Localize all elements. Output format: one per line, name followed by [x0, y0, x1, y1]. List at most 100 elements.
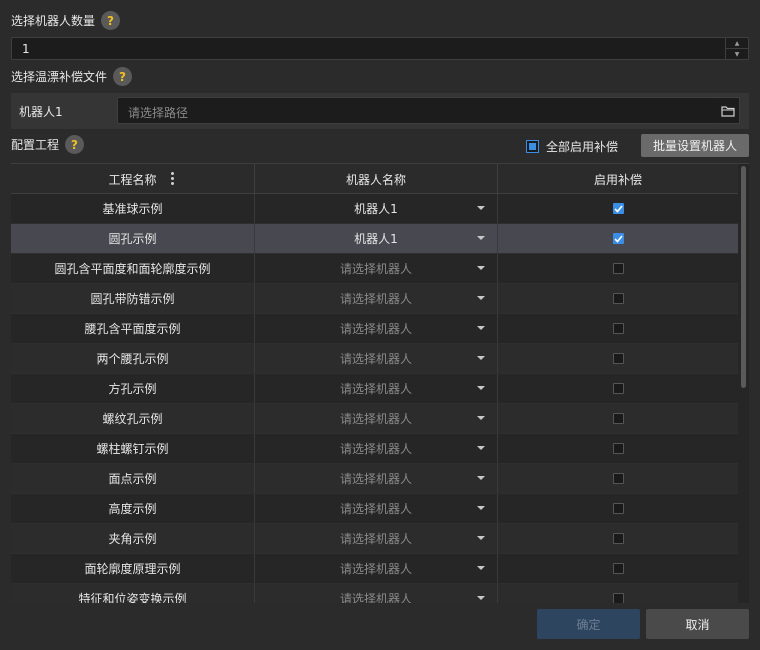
robot-select[interactable]: 请选择机器人 [254, 434, 497, 463]
robot-count-spinbox[interactable]: 1 ▲ ▼ [11, 37, 749, 60]
header-enable-compensation: 启用补偿 [497, 164, 738, 194]
table-row[interactable]: 螺纹孔示例 请选择机器人 [11, 404, 738, 434]
table-row[interactable]: 基准球示例 机器人1 [11, 194, 738, 224]
robot-select[interactable]: 请选择机器人 [254, 404, 497, 433]
table-row[interactable]: 两个腰孔示例 请选择机器人 [11, 344, 738, 374]
dropdown-arrow-icon[interactable] [477, 356, 485, 360]
cancel-button[interactable]: 取消 [646, 609, 749, 639]
table-header: 工程名称 机器人名称 启用补偿 [11, 164, 738, 194]
robot-select[interactable]: 机器人1 [254, 224, 497, 253]
enable-compensation-checkbox[interactable] [612, 203, 624, 214]
table-row[interactable]: 圆孔带防错示例 请选择机器人 [11, 284, 738, 314]
column-menu-icon[interactable] [171, 172, 175, 185]
temp-drift-section: 选择温漂补偿文件 ? [11, 67, 133, 86]
table-row[interactable]: 腰孔含平面度示例 请选择机器人 [11, 314, 738, 344]
ok-button[interactable]: 确定 [537, 609, 640, 639]
robot-select[interactable]: 请选择机器人 [254, 584, 497, 603]
spin-up-icon[interactable]: ▲ [726, 38, 748, 49]
enable-compensation-checkbox[interactable] [612, 533, 624, 544]
enable-compensation-checkbox[interactable] [612, 263, 624, 274]
robot-select-value: 请选择机器人 [339, 532, 412, 546]
folder-icon [720, 105, 735, 117]
robot-select-value: 请选择机器人 [339, 472, 412, 486]
table-row[interactable]: 面轮廓度原理示例 请选择机器人 [11, 554, 738, 584]
enable-compensation-checkbox[interactable] [612, 443, 624, 454]
robot-select[interactable]: 请选择机器人 [254, 254, 497, 283]
vertical-scrollbar[interactable] [738, 164, 749, 603]
dropdown-arrow-icon[interactable] [477, 266, 485, 270]
robot-count-value[interactable]: 1 [22, 42, 30, 56]
enable-cell [497, 194, 738, 223]
enable-compensation-checkbox[interactable] [612, 353, 624, 364]
enable-compensation-checkbox[interactable] [612, 503, 624, 514]
robot-select[interactable]: 机器人1 [254, 194, 497, 223]
robot-select[interactable]: 请选择机器人 [254, 374, 497, 403]
dropdown-arrow-icon[interactable] [477, 536, 485, 540]
enable-cell [497, 314, 738, 343]
config-section: 配置工程 ? [11, 135, 85, 154]
project-name-cell: 方孔示例 [108, 382, 157, 396]
project-name-cell: 圆孔示例 [108, 232, 157, 246]
help-icon[interactable]: ? [113, 67, 133, 86]
project-name-cell: 特征和位姿变换示例 [78, 592, 187, 603]
table-row[interactable]: 方孔示例 请选择机器人 [11, 374, 738, 404]
dropdown-arrow-icon[interactable] [477, 416, 485, 420]
dropdown-arrow-icon[interactable] [477, 206, 485, 210]
dropdown-arrow-icon[interactable] [477, 476, 485, 480]
dropdown-arrow-icon[interactable] [477, 596, 485, 600]
robot-select[interactable]: 请选择机器人 [254, 284, 497, 313]
table-row[interactable]: 特征和位姿变换示例 请选择机器人 [11, 584, 738, 603]
browse-folder-button[interactable] [716, 97, 740, 124]
enable-compensation-checkbox[interactable] [612, 233, 624, 244]
robot-select-value: 机器人1 [354, 232, 398, 246]
robot-select[interactable]: 请选择机器人 [254, 464, 497, 493]
robot-select-value: 请选择机器人 [339, 562, 412, 576]
project-name-cell: 高度示例 [108, 502, 157, 516]
enable-compensation-checkbox[interactable] [612, 593, 624, 603]
dropdown-arrow-icon[interactable] [477, 566, 485, 570]
project-name-cell: 腰孔含平面度示例 [84, 322, 181, 336]
robot-select[interactable]: 请选择机器人 [254, 314, 497, 343]
table-row[interactable]: 螺柱螺钉示例 请选择机器人 [11, 434, 738, 464]
robot-select-value: 请选择机器人 [339, 502, 412, 516]
table-row[interactable]: 圆孔示例 机器人1 [11, 224, 738, 254]
enable-compensation-checkbox[interactable] [612, 383, 624, 394]
check-icon [613, 234, 623, 243]
help-icon[interactable]: ? [101, 11, 121, 30]
enable-compensation-checkbox[interactable] [612, 413, 624, 424]
dropdown-arrow-icon[interactable] [477, 386, 485, 390]
dropdown-arrow-icon[interactable] [477, 506, 485, 510]
spin-down-icon[interactable]: ▼ [726, 49, 748, 59]
partial-check-icon[interactable] [526, 140, 539, 153]
enable-compensation-checkbox[interactable] [612, 563, 624, 574]
robot-select[interactable]: 请选择机器人 [254, 344, 497, 373]
dropdown-arrow-icon[interactable] [477, 446, 485, 450]
temp-drift-robot-label: 机器人1 [19, 105, 63, 119]
path-input[interactable]: 请选择路径 [117, 97, 717, 124]
enable-compensation-checkbox[interactable] [612, 323, 624, 334]
dropdown-arrow-icon[interactable] [477, 326, 485, 330]
robot-select-value: 请选择机器人 [339, 592, 412, 603]
enable-all-checkbox[interactable]: 全部启用补偿 [526, 138, 618, 155]
dropdown-arrow-icon[interactable] [477, 296, 485, 300]
help-icon[interactable]: ? [65, 135, 85, 154]
project-name-cell: 两个腰孔示例 [96, 352, 169, 366]
table-row[interactable]: 圆孔含平面度和面轮廓度示例 请选择机器人 [11, 254, 738, 284]
enable-compensation-checkbox[interactable] [612, 473, 624, 484]
robot-select-value: 请选择机器人 [339, 442, 412, 456]
robot-select[interactable]: 请选择机器人 [254, 524, 497, 553]
project-name-cell: 夹角示例 [108, 532, 157, 546]
table-row[interactable]: 高度示例 请选择机器人 [11, 494, 738, 524]
robot-select[interactable]: 请选择机器人 [254, 494, 497, 523]
scroll-thumb[interactable] [741, 166, 746, 388]
dropdown-arrow-icon[interactable] [477, 236, 485, 240]
enable-cell [497, 344, 738, 373]
table-row[interactable]: 夹角示例 请选择机器人 [11, 524, 738, 554]
robot-select-value: 请选择机器人 [339, 412, 412, 426]
robot-select[interactable]: 请选择机器人 [254, 554, 497, 583]
table-row[interactable]: 面点示例 请选择机器人 [11, 464, 738, 494]
enable-cell [497, 554, 738, 583]
enable-cell [497, 284, 738, 313]
batch-set-robot-button[interactable]: 批量设置机器人 [641, 134, 749, 157]
enable-compensation-checkbox[interactable] [612, 293, 624, 304]
